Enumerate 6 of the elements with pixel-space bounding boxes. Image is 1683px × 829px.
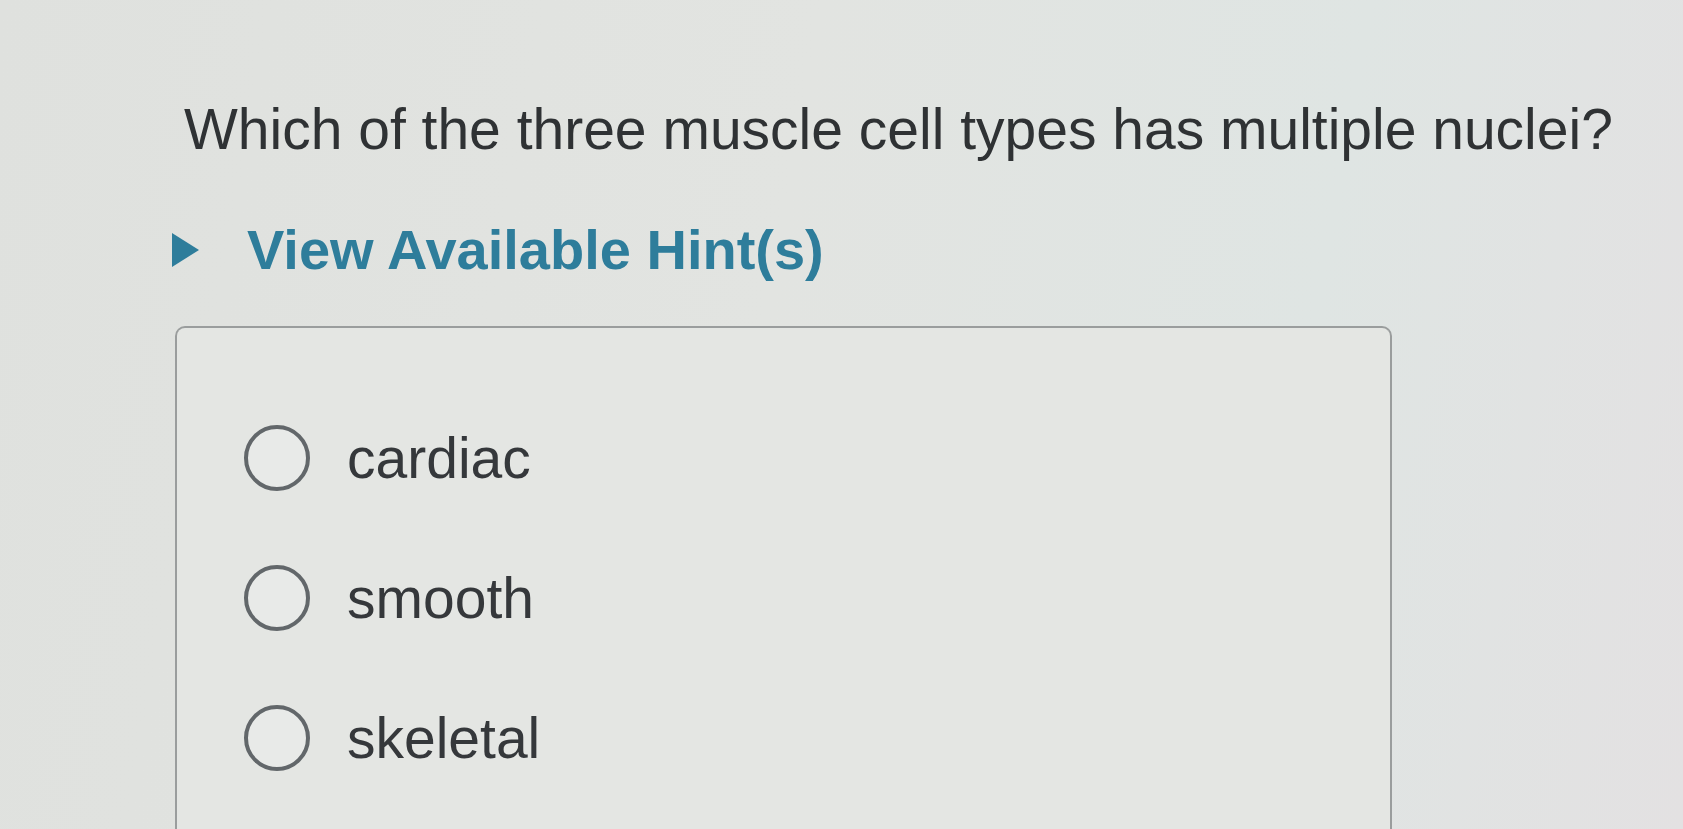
option-label[interactable]: skeletal bbox=[347, 706, 541, 770]
triangle-icon bbox=[172, 233, 199, 267]
option-label[interactable]: cardiac bbox=[347, 426, 531, 490]
question-text: Which of the three muscle cell types has multiple nuclei? bbox=[184, 96, 1613, 162]
hint-toggle[interactable]: View Available Hint(s) bbox=[172, 218, 824, 282]
option-label[interactable]: smooth bbox=[347, 566, 534, 630]
